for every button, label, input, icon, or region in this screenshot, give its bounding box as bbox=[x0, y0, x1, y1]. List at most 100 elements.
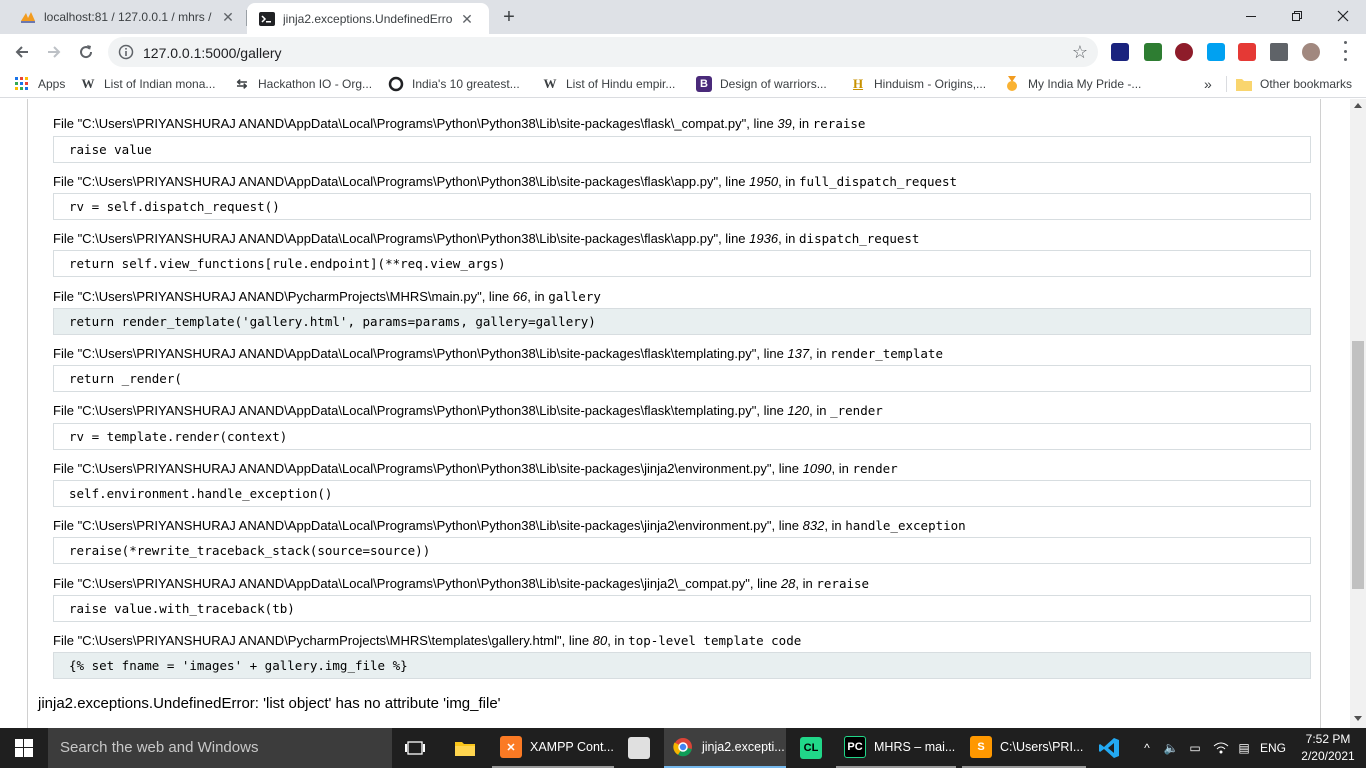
frame-file-path: "C:\Users\PRIYANSHURAJ ANAND\AppData\Loc… bbox=[77, 116, 747, 131]
taskbar-clion[interactable]: CL bbox=[792, 728, 828, 768]
frame-source-line[interactable]: self.environment.handle_exception() bbox=[53, 480, 1311, 507]
notification-icon[interactable]: ▤ bbox=[1234, 728, 1254, 768]
wifi-icon[interactable] bbox=[1210, 728, 1232, 768]
frame-function: render_template bbox=[830, 346, 943, 361]
task-label: C:\Users\PRI... bbox=[1000, 740, 1084, 754]
bookmark-other[interactable]: Other bookmarks bbox=[1236, 75, 1352, 93]
taskbar-chrome[interactable]: jinja2.excepti... bbox=[664, 728, 786, 768]
taskbar-app[interactable] bbox=[620, 728, 656, 768]
close-icon[interactable]: ✕ bbox=[220, 9, 236, 25]
bookmark-label: Apps bbox=[38, 77, 66, 91]
bookmark-item[interactable]: B Design of warriors... bbox=[696, 75, 827, 93]
star-icon[interactable]: ☆ bbox=[1072, 42, 1088, 63]
pdf-icon[interactable] bbox=[1238, 43, 1256, 61]
frame-file-path: "C:\Users\PRIYANSHURAJ ANAND\AppData\Loc… bbox=[77, 518, 772, 533]
frame-location: File "C:\Users\PRIYANSHURAJ ANAND\Pychar… bbox=[53, 289, 601, 304]
extension-k-icon[interactable] bbox=[1175, 43, 1193, 61]
scroll-down-icon[interactable] bbox=[1354, 716, 1362, 721]
info-icon[interactable] bbox=[118, 44, 134, 60]
wikipedia-icon: W bbox=[81, 76, 95, 91]
task-view-button[interactable] bbox=[404, 728, 428, 768]
frame-source-line[interactable]: raise value bbox=[53, 136, 1311, 163]
frame-file-path: "C:\Users\PRIYANSHURAJ ANAND\AppData\Loc… bbox=[77, 461, 772, 476]
extension-library-icon[interactable] bbox=[1111, 43, 1129, 61]
chevron-up-icon[interactable]: ^ bbox=[1138, 728, 1156, 768]
frame-source-line[interactable]: rv = self.dispatch_request() bbox=[53, 193, 1311, 220]
chrome-icon bbox=[672, 736, 694, 758]
reload-button[interactable] bbox=[72, 38, 100, 66]
taskbar-pycharm[interactable]: PC MHRS – mai... bbox=[836, 728, 956, 768]
battery-icon[interactable]: ▭ bbox=[1184, 728, 1206, 768]
bookmarks-overflow-button[interactable]: » bbox=[1204, 75, 1212, 93]
bookmark-item[interactable]: W List of Hindu empir... bbox=[542, 75, 676, 93]
scroll-thumb[interactable] bbox=[1352, 341, 1364, 589]
taskbar-sublime[interactable]: S C:\Users\PRI... bbox=[962, 728, 1086, 768]
taskbar-file-explorer[interactable] bbox=[446, 728, 482, 768]
tab-jinja-error[interactable]: jinja2.exceptions.UndefinedError ✕ bbox=[247, 3, 489, 34]
frame-file-prefix: File bbox=[53, 231, 78, 246]
frame-in-prefix: , in bbox=[795, 576, 817, 591]
bookmark-apps[interactable]: Apps bbox=[14, 75, 65, 93]
extension-check-icon[interactable] bbox=[1144, 43, 1162, 61]
frame-location: File "C:\Users\PRIYANSHURAJ ANAND\AppDat… bbox=[53, 346, 943, 361]
url-text[interactable]: 127.0.0.1:5000/gallery bbox=[143, 45, 282, 61]
page-content: jinja2.exceptions.UndefinedError: 'list … bbox=[0, 99, 1350, 728]
frame-source-line[interactable]: return render_template('gallery.html', p… bbox=[53, 308, 1311, 335]
frame-line-number: 39 bbox=[777, 116, 792, 131]
clock-time: 7:52 PM bbox=[1305, 732, 1351, 746]
extension-translate-icon[interactable] bbox=[1207, 43, 1225, 61]
volume-icon[interactable]: 🔈 bbox=[1160, 728, 1182, 768]
minimize-button[interactable] bbox=[1228, 0, 1274, 32]
extensions-puzzle-icon[interactable] bbox=[1270, 43, 1288, 61]
taskbar-vscode[interactable] bbox=[1090, 728, 1130, 768]
frame-source-line[interactable]: return _render( bbox=[53, 365, 1311, 392]
frame-file-path: "C:\Users\PRIYANSHURAJ ANAND\AppData\Loc… bbox=[77, 174, 719, 189]
frame-source-line[interactable]: raise value.with_traceback(tb) bbox=[53, 595, 1311, 622]
bookmark-item[interactable]: India's 10 greatest... bbox=[388, 75, 520, 93]
profile-avatar[interactable] bbox=[1302, 43, 1320, 61]
taskbar-search-input[interactable]: Search the web and Windows bbox=[48, 728, 392, 768]
opera-icon bbox=[388, 76, 404, 92]
restore-icon bbox=[1292, 11, 1302, 21]
phpmyadmin-icon bbox=[21, 12, 35, 23]
frame-line-number: 120 bbox=[787, 403, 810, 418]
windows-logo-icon bbox=[15, 739, 33, 757]
frame-source-line[interactable]: reraise(*rewrite_traceback_stack(source=… bbox=[53, 537, 1311, 564]
minimize-icon bbox=[1246, 16, 1256, 17]
clock[interactable]: 7:52 PM 2/20/2021 bbox=[1296, 731, 1360, 765]
restore-button[interactable] bbox=[1274, 0, 1320, 32]
bookmark-item[interactable]: H Hinduism - Origins,... bbox=[850, 75, 986, 93]
frame-in-prefix: , in bbox=[831, 461, 853, 476]
frame-line-number: 28 bbox=[780, 576, 796, 591]
close-icon[interactable]: ✕ bbox=[459, 11, 475, 27]
frame-line-prefix: , line bbox=[481, 289, 513, 304]
scroll-up-icon[interactable] bbox=[1354, 103, 1362, 108]
new-tab-button[interactable]: + bbox=[499, 7, 519, 27]
frame-source-line[interactable]: {% set fname = 'images' + gallery.img_fi… bbox=[53, 652, 1311, 679]
bookmark-label: India's 10 greatest... bbox=[412, 77, 520, 91]
close-window-button[interactable] bbox=[1320, 0, 1366, 32]
tab-title: localhost:81 / 127.0.0.1 / mhrs / g bbox=[44, 10, 214, 24]
apps-grid-icon bbox=[14, 76, 30, 92]
medal-icon bbox=[1004, 76, 1020, 92]
language-indicator[interactable]: ENG bbox=[1258, 728, 1288, 768]
tab-phpmyadmin[interactable]: localhost:81 / 127.0.0.1 / mhrs / g ✕ bbox=[0, 0, 246, 34]
vertical-scrollbar[interactable] bbox=[1350, 99, 1366, 728]
forward-button[interactable] bbox=[40, 38, 68, 66]
frame-source-line[interactable]: rv = template.render(context) bbox=[53, 423, 1311, 450]
back-button[interactable] bbox=[8, 38, 36, 66]
frame-line-prefix: , line bbox=[771, 461, 803, 476]
sublime-icon: S bbox=[970, 736, 992, 758]
start-button[interactable] bbox=[0, 728, 48, 768]
frame-line-number: 137 bbox=[787, 346, 810, 361]
b-icon: B bbox=[696, 76, 712, 92]
frame-location: File "C:\Users\PRIYANSHURAJ ANAND\AppDat… bbox=[53, 231, 919, 246]
bookmark-item[interactable]: W List of Indian mona... bbox=[80, 75, 216, 93]
frame-in-prefix: , in bbox=[791, 116, 813, 131]
menu-icon[interactable] bbox=[1340, 41, 1350, 61]
taskbar-xampp[interactable]: ✕ XAMPP Cont... bbox=[492, 728, 614, 768]
frame-source-line[interactable]: return self.view_functions[rule.endpoint… bbox=[53, 250, 1311, 277]
address-bar[interactable]: 127.0.0.1:5000/gallery ☆ bbox=[108, 37, 1098, 67]
bookmark-item[interactable]: ⇆ Hackathon IO - Org... bbox=[234, 75, 373, 93]
bookmark-item[interactable]: My India My Pride -... bbox=[1004, 75, 1141, 93]
